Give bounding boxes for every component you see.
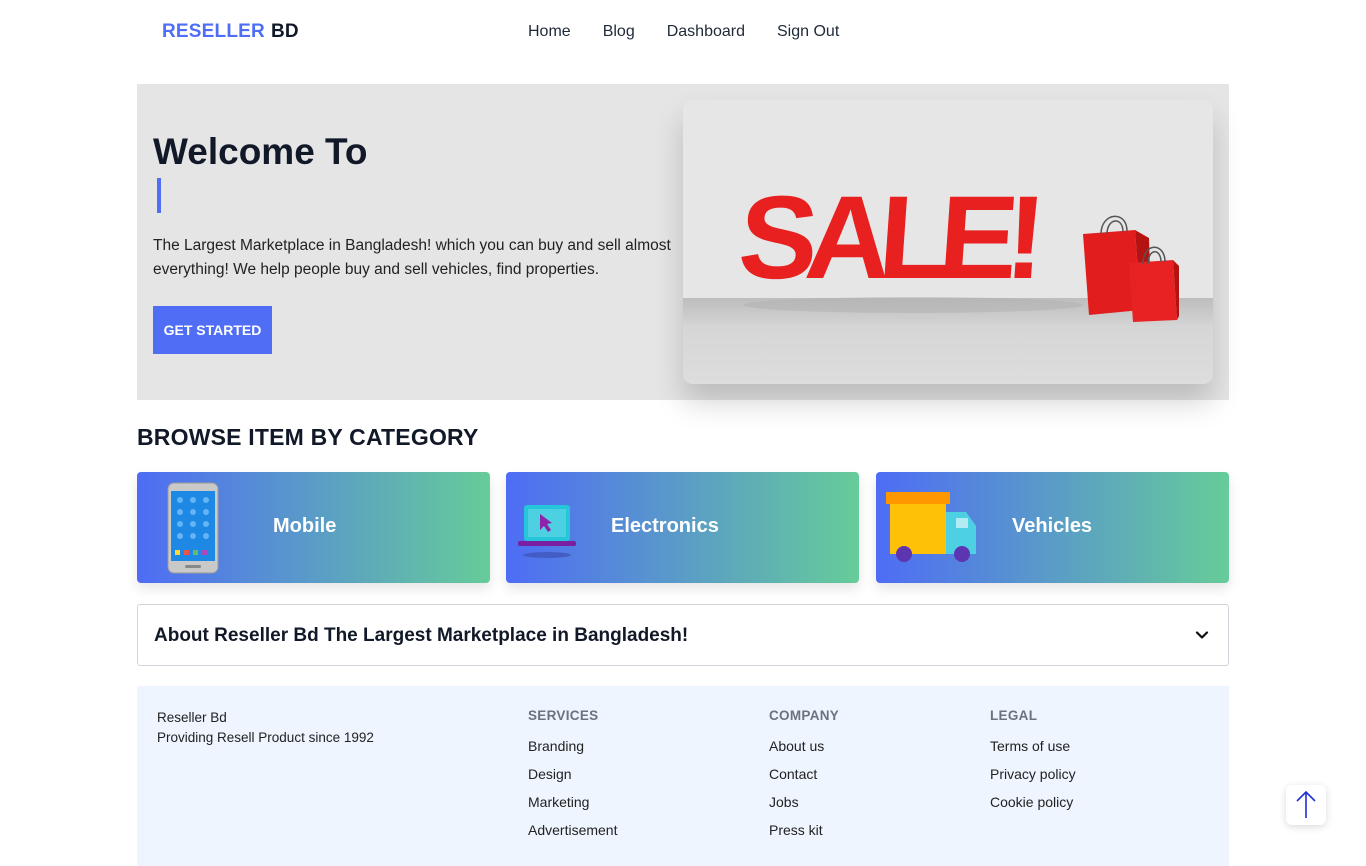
footer-link-contact[interactable]: Contact [769, 765, 839, 783]
nav-link-sign-out[interactable]: Sign Out [777, 23, 839, 41]
arrow-up-icon [1296, 790, 1316, 818]
footer-link-design[interactable]: Design [528, 765, 617, 783]
footer-link-press-kit[interactable]: Press kit [769, 821, 839, 839]
nav-link-dashboard[interactable]: Dashboard [667, 23, 745, 41]
category-label-vehicles: Vehicles [1012, 515, 1093, 537]
footer-brand-name: Reseller Bd [157, 710, 227, 725]
hero-description: The Largest Marketplace in Bangladesh! w… [153, 237, 671, 278]
footer-link-advertisement[interactable]: Advertisement [528, 821, 617, 839]
brand-logo[interactable]: RESELLER BD [162, 21, 299, 43]
footer-link-marketing[interactable]: Marketing [528, 793, 617, 811]
category-card-mobile[interactable]: Mobile [137, 472, 490, 583]
hero-title: Welcome To [153, 131, 368, 172]
accordion-title: About Reseller Bd The Largest Marketplac… [154, 625, 689, 646]
footer-column-legal: LEGAL Terms of use Privacy policy Cookie… [990, 708, 1076, 821]
footer-link-jobs[interactable]: Jobs [769, 793, 839, 811]
navbar: RESELLER BD Home Blog Dashboard Sign Out [0, 0, 1366, 66]
category-label-mobile: Mobile [273, 515, 337, 537]
footer-link-branding[interactable]: Branding [528, 737, 617, 755]
footer-link-privacy-policy[interactable]: Privacy policy [990, 765, 1076, 783]
footer-brand-tagline: Providing Resell Product since 1992 [157, 730, 374, 745]
category-label-electronics: Electronics [611, 515, 719, 537]
nav-link-blog[interactable]: Blog [603, 23, 635, 41]
typewriter-cursor [157, 178, 161, 213]
footer-column-company: COMPANY About us Contact Jobs Press kit [769, 708, 839, 849]
footer-heading-company: COMPANY [769, 708, 840, 723]
brand-part1: RESELLER [162, 21, 265, 42]
footer-column-services: SERVICES Branding Design Marketing Adver… [528, 708, 617, 849]
get-started-button[interactable]: GET STARTED [153, 306, 272, 354]
footer-heading-legal: LEGAL [990, 708, 1038, 723]
footer: Reseller Bd Providing Resell Product sin… [137, 686, 1229, 866]
footer-link-about-us[interactable]: About us [769, 737, 839, 755]
chevron-down-icon [1195, 631, 1209, 639]
category-card-vehicles[interactable]: Vehicles [876, 472, 1229, 583]
nav-link-home[interactable]: Home [528, 23, 571, 41]
category-card-electronics[interactable]: Electronics [506, 472, 859, 583]
footer-link-cookie-policy[interactable]: Cookie policy [990, 793, 1076, 811]
category-section-title: BROWSE ITEM BY CATEGORY [137, 424, 479, 450]
sale-banner-image: SALE! [683, 100, 1213, 384]
mobile-phone-icon [167, 482, 219, 574]
truck-icon [886, 492, 976, 562]
footer-heading-services: SERVICES [528, 708, 599, 723]
sale-text: SALE! [735, 172, 1040, 304]
hero-banner: Welcome To The Largest Marketplace in Ba… [137, 84, 1229, 400]
footer-brand: Reseller Bd Providing Resell Product sin… [157, 708, 374, 748]
nav-menu: Home Blog Dashboard Sign Out [528, 23, 839, 41]
about-accordion[interactable]: About Reseller Bd The Largest Marketplac… [137, 604, 1229, 666]
scroll-to-top-button[interactable] [1286, 785, 1326, 825]
laptop-icon [518, 505, 576, 558]
brand-part2: BD [270, 21, 299, 42]
footer-link-terms-of-use[interactable]: Terms of use [990, 737, 1076, 755]
